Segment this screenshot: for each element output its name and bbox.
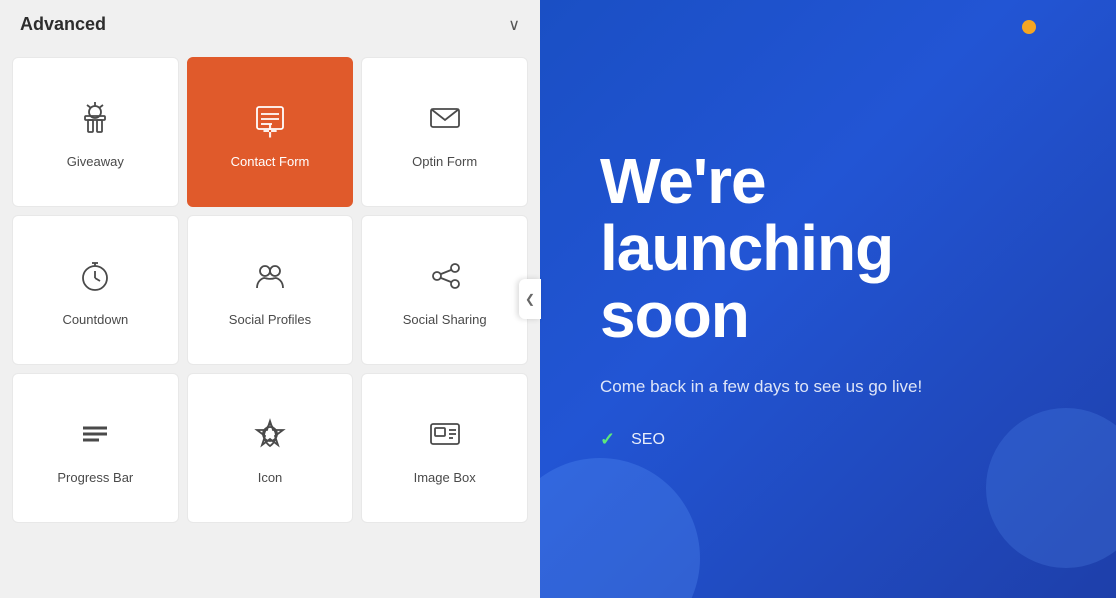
feature-seo-text: SEO — [631, 431, 665, 449]
icon-widget-label: Icon — [258, 470, 283, 485]
contact-form-label: Contact Form — [231, 154, 310, 169]
icon-widget-icon — [252, 416, 288, 458]
widget-progress-bar[interactable]: Progress Bar — [12, 373, 179, 523]
collapse-icon: ❮ — [525, 292, 535, 306]
social-profiles-label: Social Profiles — [229, 312, 311, 327]
social-profiles-icon — [252, 258, 288, 300]
collapse-panel-button[interactable]: ❮ — [519, 279, 541, 319]
social-sharing-label: Social Sharing — [403, 312, 487, 327]
panel-header: Advanced ∨ — [0, 0, 540, 49]
progress-bar-icon — [77, 416, 113, 458]
optin-form-icon — [427, 100, 463, 142]
feature-list: ✓ SEO — [600, 429, 1056, 450]
image-box-label: Image Box — [414, 470, 476, 485]
countdown-label: Countdown — [62, 312, 128, 327]
countdown-icon — [77, 258, 113, 300]
chevron-down-icon[interactable]: ∨ — [508, 15, 520, 35]
widget-icon[interactable]: Icon — [187, 373, 354, 523]
widget-giveaway[interactable]: Giveaway — [12, 57, 179, 207]
widget-social-profiles[interactable]: Social Profiles — [187, 215, 354, 365]
orange-dot-decoration — [1022, 20, 1036, 34]
giveaway-icon — [77, 100, 113, 142]
feature-seo: ✓ SEO — [600, 429, 1056, 450]
panel-title: Advanced — [20, 14, 106, 35]
launch-subtext: Come back in a few days to see us go liv… — [600, 374, 980, 400]
launch-heading: We're launching soon — [600, 148, 1056, 350]
check-icon: ✓ — [600, 429, 615, 450]
contact-form-icon — [252, 100, 288, 142]
right-panel: We're launching soon Come back in a few … — [540, 0, 1116, 598]
widget-countdown[interactable]: Countdown — [12, 215, 179, 365]
image-box-icon — [427, 416, 463, 458]
widget-image-box[interactable]: Image Box — [361, 373, 528, 523]
progress-bar-label: Progress Bar — [57, 470, 133, 485]
optin-form-label: Optin Form — [412, 154, 477, 169]
widgets-grid: Giveaway Contact Form ✛ — [0, 49, 540, 531]
giveaway-label: Giveaway — [67, 154, 124, 169]
widget-contact-form[interactable]: Contact Form ✛ — [187, 57, 354, 207]
social-sharing-icon — [427, 258, 463, 300]
left-panel: Advanced ∨ Giveaway — [0, 0, 540, 598]
widget-social-sharing[interactable]: Social Sharing — [361, 215, 528, 365]
widget-optin-form[interactable]: Optin Form — [361, 57, 528, 207]
